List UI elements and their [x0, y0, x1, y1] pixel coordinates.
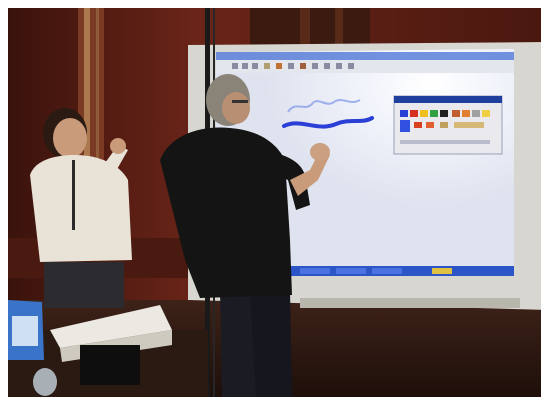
water-bottle [33, 368, 57, 396]
laptop-screen-content [12, 316, 38, 346]
curtain-fold [335, 8, 343, 48]
photo [0, 0, 549, 405]
cables-bundle [80, 345, 140, 385]
taskbar-button [372, 268, 402, 274]
taskbar-button [300, 268, 330, 274]
app-toolbar [216, 60, 514, 73]
taskbar-button [336, 268, 366, 274]
scene [0, 0, 549, 405]
pen-tray [300, 298, 520, 308]
curtain-fold [300, 8, 310, 48]
observer-lanyard [72, 160, 75, 230]
app-title-bar [216, 52, 514, 60]
taskbar-button [432, 268, 452, 274]
palette-title-bar [394, 96, 502, 103]
